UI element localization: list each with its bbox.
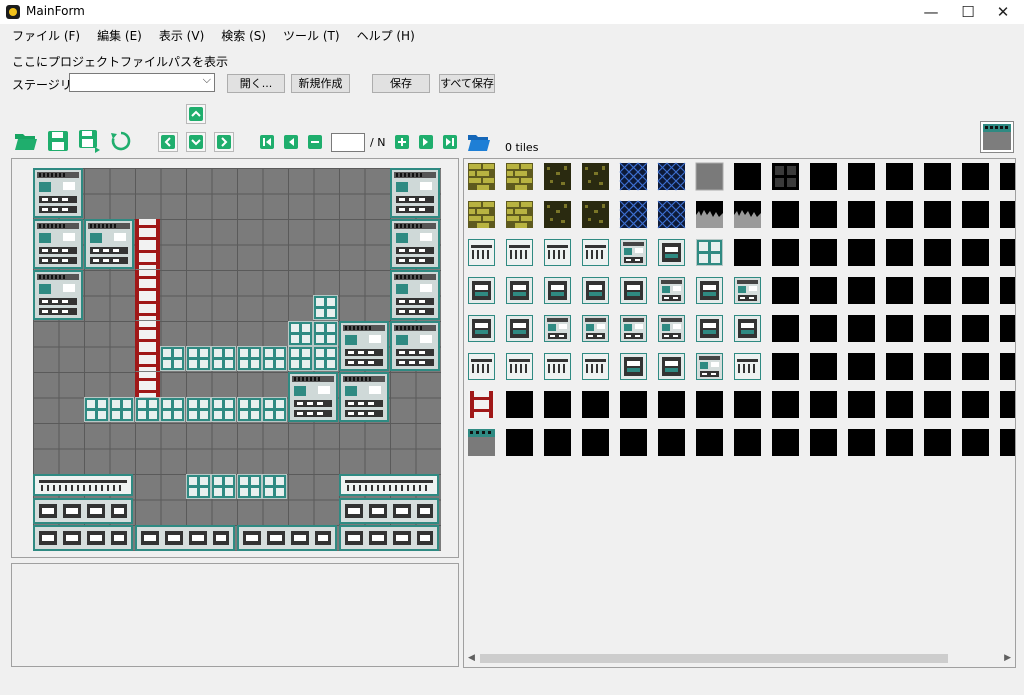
project-path-label: ここにプロジェクトファイルパスを表示 — [12, 55, 229, 69]
properties-panel — [11, 563, 459, 667]
new-button[interactable]: 新規作成 — [291, 74, 350, 93]
tiles-count-label: 0 tiles — [505, 141, 539, 154]
save-button[interactable]: 保存 — [372, 74, 430, 93]
play-next-icon[interactable] — [417, 133, 435, 151]
menu-view[interactable]: 表示 (V) — [148, 26, 210, 44]
status-bar — [0, 680, 1024, 695]
menu-bar: ファイル (F) 編集 (E) 表示 (V) 検索 (S) ツール (T) ヘル… — [0, 26, 421, 44]
window-title: MainForm — [26, 4, 85, 18]
selected-tile-preview — [980, 121, 1014, 153]
page-number-input[interactable] — [331, 133, 365, 152]
scroll-right-arrow-icon[interactable]: ▶ — [1004, 651, 1011, 666]
plus-icon[interactable] — [393, 133, 411, 151]
folder-open-icon[interactable] — [13, 128, 39, 154]
save-all-button[interactable]: すべて保存 — [439, 74, 495, 93]
floppy-disk-arrow-icon[interactable] — [77, 128, 103, 154]
menu-search[interactable]: 検索 (S) — [210, 26, 272, 44]
title-bar: MainForm — ☐ ✕ — [0, 0, 1024, 24]
refresh-icon[interactable] — [108, 128, 134, 154]
tile-palette-panel[interactable]: ◀ ▶ — [463, 158, 1016, 668]
menu-file[interactable]: ファイル (F) — [0, 26, 86, 44]
app-icon — [6, 5, 20, 19]
scrollbar-thumb[interactable] — [480, 654, 948, 663]
minus-icon[interactable] — [306, 133, 324, 151]
maximize-button[interactable]: ☐ — [951, 0, 985, 24]
tile-palette-grid[interactable] — [464, 159, 1016, 459]
menu-help[interactable]: ヘルプ (H) — [346, 26, 421, 44]
skip-last-icon[interactable] — [441, 133, 459, 151]
minimize-button[interactable]: — — [914, 0, 948, 24]
menu-edit[interactable]: 編集 (E) — [86, 26, 148, 44]
folder-blue-icon[interactable] — [466, 129, 492, 155]
play-prev-icon[interactable] — [282, 133, 300, 151]
chevron-right-icon[interactable] — [214, 132, 234, 152]
chevron-down-icon[interactable] — [186, 132, 206, 152]
chevron-left-icon[interactable] — [158, 132, 178, 152]
map-tiles — [33, 168, 440, 551]
skip-first-icon[interactable] — [258, 133, 276, 151]
menu-tools[interactable]: ツール (T) — [272, 26, 346, 44]
map-grid[interactable] — [33, 168, 441, 551]
open-button[interactable]: 開く... — [227, 74, 285, 93]
map-editor-panel[interactable] — [11, 158, 459, 558]
chevron-up-icon[interactable] — [186, 104, 206, 124]
horizontal-scrollbar[interactable]: ◀ ▶ — [465, 651, 1014, 666]
close-button[interactable]: ✕ — [986, 0, 1020, 24]
chevron-down-icon: ⌵ — [202, 73, 211, 86]
floppy-disk-icon[interactable] — [45, 128, 71, 154]
page-total-label: / N — [370, 136, 386, 149]
stage-list-dropdown[interactable]: ⌵ — [69, 73, 215, 92]
scroll-left-arrow-icon[interactable]: ◀ — [468, 651, 475, 666]
